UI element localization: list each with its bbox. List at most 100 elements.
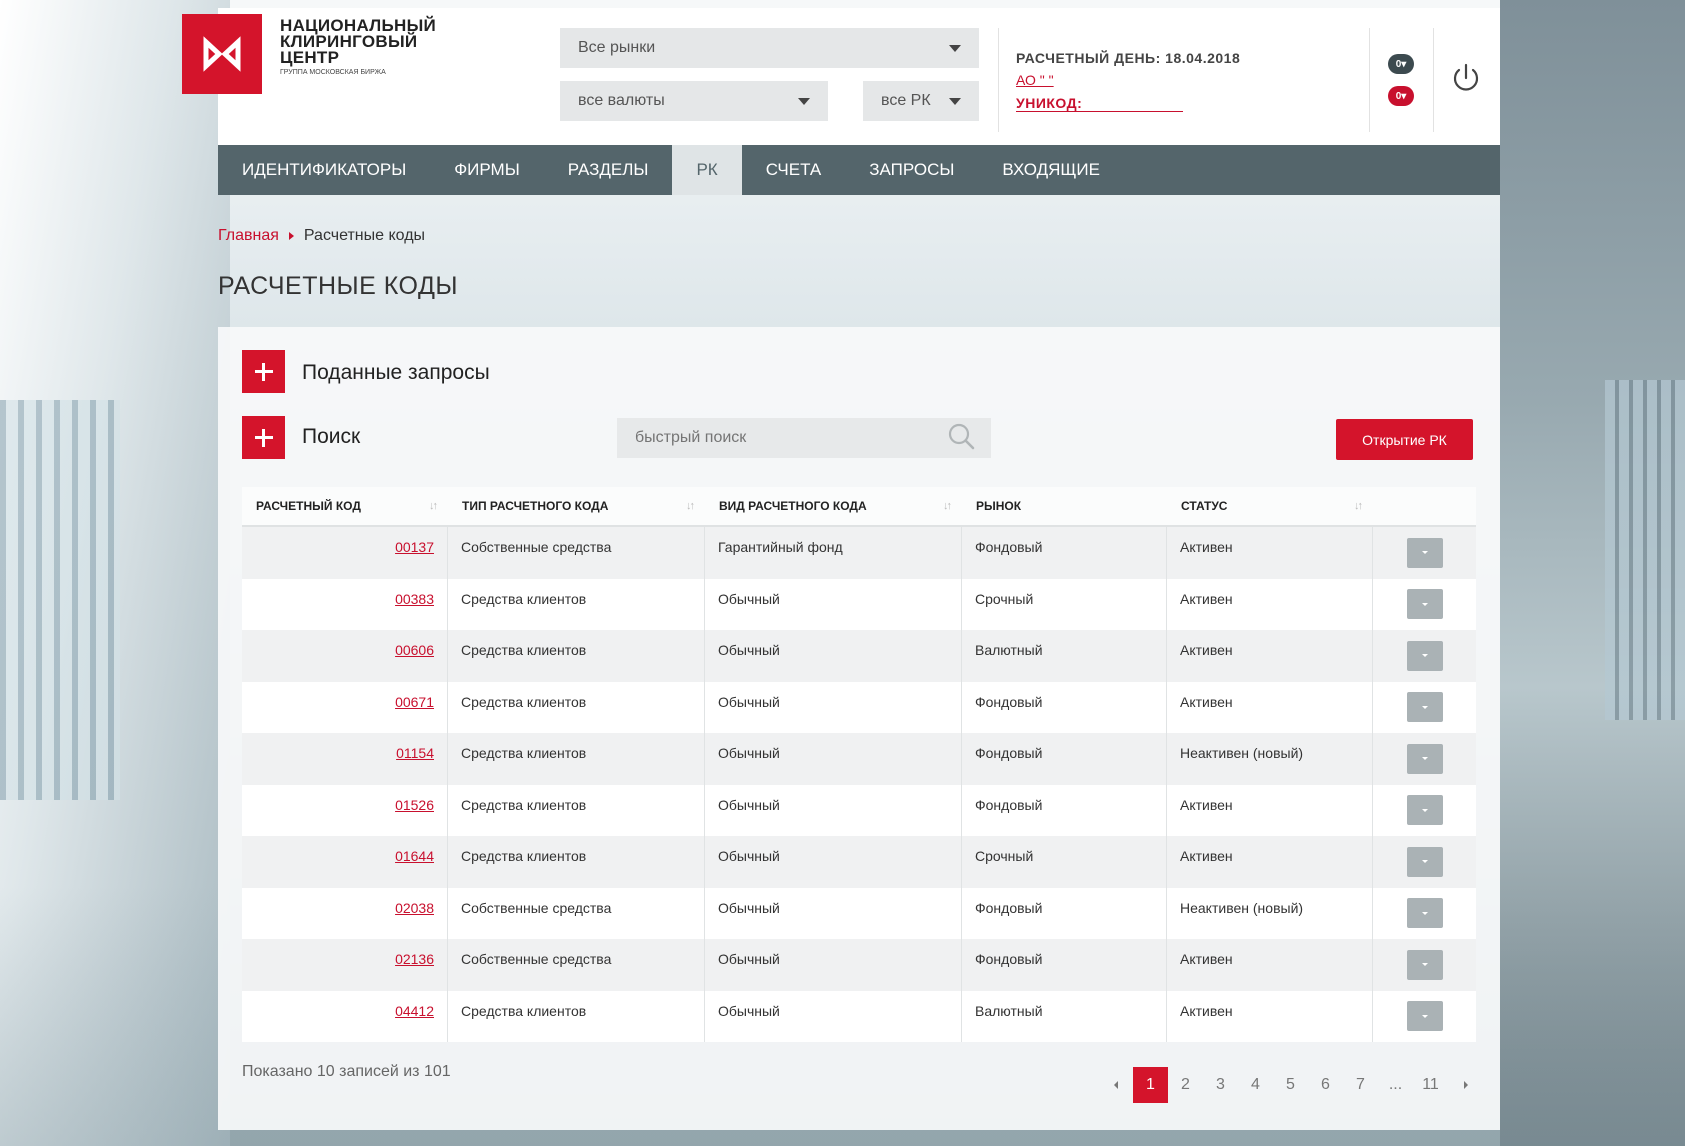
code-cell: 01644 (242, 836, 448, 888)
breadcrumb: Главная Расчетные коды (218, 227, 425, 245)
column-header-label: СТАТУС (1181, 499, 1228, 513)
kind-cell: Обычный (705, 836, 962, 888)
row-actions-button[interactable] (1406, 1001, 1443, 1032)
breadcrumb-home[interactable]: Главная (218, 227, 279, 245)
table-row: 04412 Средства клиентов Обычный Валютный Акт… (242, 990, 1476, 1042)
nav-item-sections[interactable]: РАЗДЕЛЫ (544, 145, 673, 195)
notification-badge-gray[interactable]: 0▾ (1388, 54, 1414, 74)
page-button[interactable]: 11 (1413, 1067, 1448, 1103)
prev-page-button[interactable] (1098, 1067, 1133, 1103)
logo-icon[interactable] (182, 14, 262, 94)
currency-select[interactable]: все валюты (560, 81, 828, 121)
column-header-market[interactable]: РЫНОК (962, 487, 1167, 525)
rk-code-link[interactable]: 00137 (395, 539, 434, 555)
status-cell: Активен (1167, 784, 1373, 836)
code-cell: 04412 (242, 990, 448, 1042)
table-row: 00137 Собственные средства Гарантийный фон… (242, 527, 1476, 579)
table-row: 02038 Собственные средства Обычный Фондовый… (242, 887, 1476, 939)
row-actions-button[interactable] (1406, 692, 1443, 723)
rk-table: РАСЧЕТНЫЙ КОД ↓↑ ТИП РАСЧЕТНОГО КОДА ↓↑ ВИ… (242, 487, 1476, 1042)
nav-item-incoming[interactable]: ВХОДЯЩИЕ (978, 145, 1124, 195)
row-actions-button[interactable] (1406, 537, 1443, 568)
rk-select[interactable]: все РК (863, 81, 979, 121)
plus-icon (262, 362, 265, 381)
unikod-link[interactable]: УНИКОД: (1016, 95, 1183, 112)
kind-cell: Обычный (705, 887, 962, 939)
search-icon[interactable] (947, 422, 975, 455)
open-rk-button[interactable]: Открытие РК (1336, 419, 1473, 460)
main-nav: ИДЕНТИФИКАТОРЫ ФИРМЫ РАЗДЕЛЫ РК СЧЕТА ЗА… (218, 145, 1500, 195)
actions-cell (1373, 733, 1476, 785)
nav-item-identifiers[interactable]: ИДЕНТИФИКАТОРЫ (218, 145, 430, 195)
row-actions-button[interactable] (1406, 795, 1443, 826)
expand-requests-button[interactable] (242, 350, 285, 393)
page-list: 1 2 3 4 5 6 7... 11 (1133, 1067, 1448, 1103)
row-actions-button[interactable] (1406, 949, 1443, 980)
sort-icon[interactable]: ↓↑ (429, 500, 438, 512)
page-button[interactable]: 1 (1133, 1067, 1168, 1103)
table-row: 00383 Средства клиентов Обычный Срочный Акти… (242, 578, 1476, 630)
expand-search-button[interactable] (242, 416, 285, 459)
row-actions-button[interactable] (1406, 846, 1443, 877)
kind-cell: Обычный (705, 733, 962, 785)
chevron-down-icon (1421, 911, 1428, 915)
nav-item-requests[interactable]: ЗАПРОСЫ (845, 145, 978, 195)
page-button[interactable]: 7 (1343, 1067, 1378, 1103)
page-button[interactable]: 2 (1168, 1067, 1203, 1103)
sort-icon[interactable]: ↓↑ (686, 500, 695, 512)
code-cell: 02136 (242, 939, 448, 991)
column-header-label: РАСЧЕТНЫЙ КОД (256, 499, 361, 513)
type-cell: Собственные средства (448, 527, 705, 579)
table-row: 01154 Средства клиентов Обычный Фондовый Неа… (242, 733, 1476, 785)
table-row: 01526 Средства клиентов Обычный Фондовый Акт… (242, 784, 1476, 836)
breadcrumb-arrow-icon (288, 232, 294, 240)
chevron-down-icon (1421, 860, 1428, 864)
page-button[interactable]: 6 (1308, 1067, 1343, 1103)
table-row: 01644 Средства клиентов Обычный Срочный Акти… (242, 836, 1476, 888)
page-ellipsis: ... (1388, 1076, 1403, 1093)
page-button[interactable]: 3 (1203, 1067, 1238, 1103)
market-cell: Фондовый (962, 784, 1167, 836)
page-button[interactable]: 4 (1238, 1067, 1273, 1103)
market-cell: Фондовый (962, 681, 1167, 733)
rk-code-link[interactable]: 00671 (395, 694, 434, 710)
column-header-code[interactable]: РАСЧЕТНЫЙ КОД ↓↑ (242, 487, 448, 525)
row-actions-button[interactable] (1406, 640, 1443, 671)
rk-code-link[interactable]: 01154 (396, 745, 434, 761)
nav-item-accounts[interactable]: СЧЕТА (742, 145, 846, 195)
row-actions-button[interactable] (1406, 898, 1443, 929)
market-select[interactable]: Все рынки (560, 28, 979, 68)
rk-code-link[interactable]: 00606 (395, 642, 434, 658)
rk-code-link[interactable]: 01644 (395, 848, 434, 864)
row-actions-button[interactable] (1406, 589, 1443, 620)
code-cell: 02038 (242, 887, 448, 939)
rk-code-link[interactable]: 02136 (395, 951, 434, 967)
column-header-label: ТИП РАСЧЕТНОГО КОДА (462, 499, 609, 513)
nav-item-rk[interactable]: РК (672, 145, 742, 195)
quick-search-input[interactable] (633, 428, 937, 448)
sort-icon[interactable]: ↓↑ (1354, 500, 1363, 512)
next-page-button[interactable] (1448, 1067, 1483, 1103)
sort-icon[interactable]: ↓↑ (943, 500, 952, 512)
column-header-type[interactable]: ТИП РАСЧЕТНОГО КОДА ↓↑ (448, 487, 705, 525)
actions-cell (1373, 630, 1476, 682)
row-actions-button[interactable] (1406, 743, 1443, 774)
status-cell: Активен (1167, 578, 1373, 630)
type-cell: Средства клиентов (448, 733, 705, 785)
page-button[interactable]: 5 (1273, 1067, 1308, 1103)
organization-link[interactable]: АО " " (1016, 72, 1118, 88)
rk-code-link[interactable]: 00383 (395, 591, 434, 607)
search-label[interactable]: Поиск (302, 425, 360, 449)
column-header-kind[interactable]: ВИД РАСЧЕТНОГО КОДА ↓↑ (705, 487, 962, 525)
kind-cell: Обычный (705, 578, 962, 630)
chevron-down-icon (1421, 808, 1428, 812)
power-icon[interactable] (1448, 60, 1484, 96)
nav-item-firms[interactable]: ФИРМЫ (430, 145, 544, 195)
market-cell: Срочный (962, 836, 1167, 888)
rk-code-link[interactable]: 01526 (395, 797, 434, 813)
notification-badge-red[interactable]: 0▾ (1388, 86, 1414, 106)
column-header-status[interactable]: СТАТУС ↓↑ (1167, 487, 1373, 525)
rk-code-link[interactable]: 02038 (395, 900, 434, 916)
rk-code-link[interactable]: 04412 (395, 1003, 434, 1019)
submitted-requests-label[interactable]: Поданные запросы (302, 361, 490, 385)
